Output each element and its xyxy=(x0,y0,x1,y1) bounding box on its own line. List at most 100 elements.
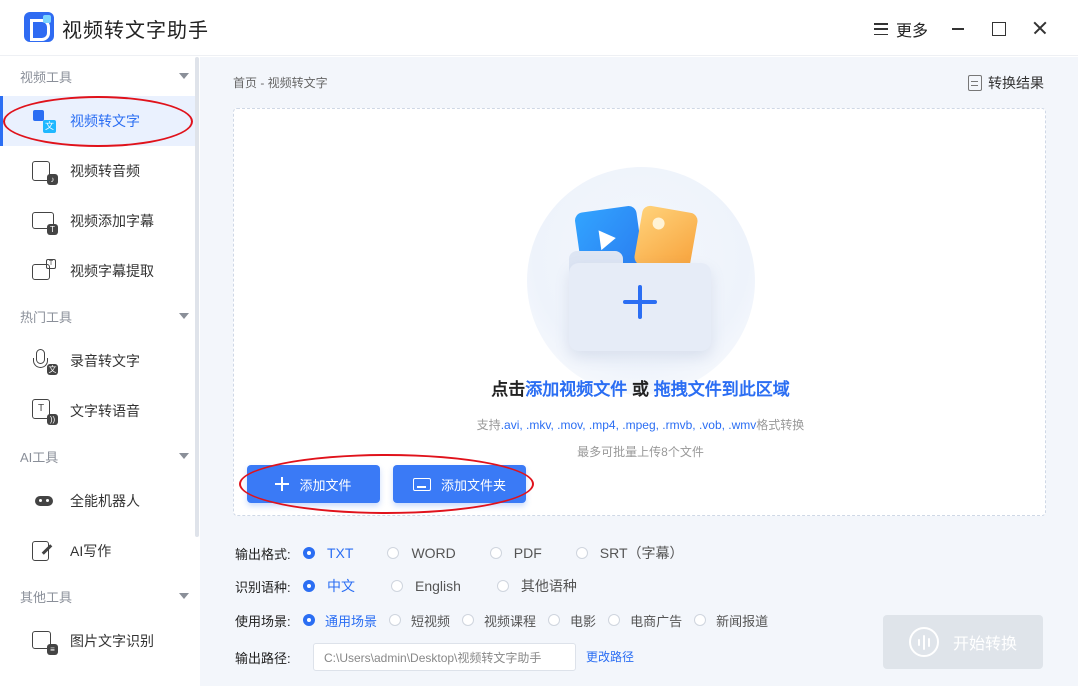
sidebar-item-add-subtitle[interactable]: T 视频添加字幕 xyxy=(0,196,195,246)
output-path-input[interactable] xyxy=(313,643,576,671)
scene-radio-movie[interactable]: 电影 xyxy=(548,611,596,630)
sidebar-item-video-to-audio[interactable]: ♪ 视频转音频 xyxy=(0,146,195,196)
main-panel: 首页 - 视频转文字 转换结果 点击添加视频文件 或 拖拽文件到此区域 支持.a… xyxy=(200,57,1078,686)
document-icon xyxy=(968,75,982,91)
drag-files-link: 拖拽文件到此区域 xyxy=(653,380,790,399)
radio-label: 短视频 xyxy=(411,613,451,629)
microphone-icon: 文 xyxy=(32,349,58,375)
upload-limit-text: 最多可批量上传8个文件 xyxy=(577,445,704,459)
section-header-ai-tools[interactable]: AI工具 xyxy=(0,438,195,474)
language-radio-chinese[interactable]: 中文 xyxy=(303,576,355,596)
section-label: 其他工具 xyxy=(20,589,73,605)
language-row: 识别语种: 中文 English 其他语种 xyxy=(235,574,603,598)
radio-label: 其他语种 xyxy=(520,578,577,594)
sidebar-item-label: 录音转文字 xyxy=(70,353,140,369)
sidebar-item-label: 全能机器人 xyxy=(70,493,140,509)
format-radio-txt[interactable]: TXT xyxy=(303,545,353,561)
format-radio-pdf[interactable]: PDF xyxy=(489,545,542,561)
sidebar-item-video-to-text[interactable]: 文 视频转文字 xyxy=(0,96,195,146)
hamburger-icon xyxy=(874,23,888,35)
section-label: 视频工具 xyxy=(20,69,73,85)
language-radio-other[interactable]: 其他语种 xyxy=(496,576,577,596)
output-format-row: 输出格式: TXT WORD PDF SRT（字幕） xyxy=(235,541,710,565)
scene-row: 使用场景: 通用场景 短视频 视频课程 电影 电商广告 新闻报道 xyxy=(235,608,780,632)
sidebar-item-subtitle-extract[interactable]: T 视频字幕提取 xyxy=(0,246,195,296)
chevron-down-icon xyxy=(179,73,189,79)
video-to-text-icon: 文 xyxy=(32,109,56,133)
app-title: 视频转文字助手 xyxy=(62,20,209,42)
section-header-video-tools[interactable]: 视频工具 xyxy=(0,58,195,94)
sidebar-item-audio-to-text[interactable]: 文 录音转文字 xyxy=(0,336,195,386)
add-video-link[interactable]: 添加视频文件 xyxy=(525,380,627,399)
sidebar-item-image-ocr[interactable]: ≡ 图片文字识别 xyxy=(0,616,195,666)
plus-icon xyxy=(275,477,290,491)
radio-label: English xyxy=(415,578,461,594)
sidebar-item-label: 视频转音频 xyxy=(70,163,140,179)
change-path-link[interactable]: 更改路径 xyxy=(586,648,634,665)
language-label: 识别语种: xyxy=(235,579,291,595)
chevron-down-icon xyxy=(179,453,189,459)
dropzone-headline: 点击添加视频文件 或 拖拽文件到此区域 xyxy=(234,375,1047,400)
sidebar-item-text-to-speech[interactable]: T )) 文字转语音 xyxy=(0,386,195,436)
file-dropzone[interactable]: 点击添加视频文件 或 拖拽文件到此区域 支持.avi, .mkv, .mov, … xyxy=(233,108,1046,516)
sidebar-item-robot[interactable]: 全能机器人 xyxy=(0,476,195,526)
radio-label: TXT xyxy=(327,545,354,561)
app-logo-icon xyxy=(24,12,54,42)
results-label: 转换结果 xyxy=(988,75,1044,91)
headline-or: 或 xyxy=(627,380,654,399)
chevron-down-icon xyxy=(179,593,189,599)
output-format-label: 输出格式: xyxy=(235,546,291,562)
title-bar: 视频转文字助手 更多 xyxy=(0,0,1078,56)
scene-label: 使用场景: xyxy=(235,613,291,629)
scene-radio-ecommerce-ad[interactable]: 电商广告 xyxy=(608,611,682,630)
scene-radio-short-video[interactable]: 短视频 xyxy=(389,611,450,630)
video-to-audio-icon: ♪ xyxy=(32,159,58,185)
sidebar-item-label: 视频添加字幕 xyxy=(70,213,154,229)
section-header-other-tools[interactable]: 其他工具 xyxy=(0,578,195,614)
text-to-speech-icon: T )) xyxy=(32,399,58,425)
sidebar-item-label: 图片文字识别 xyxy=(70,633,154,649)
maximize-button[interactable] xyxy=(986,16,1010,40)
language-radio-english[interactable]: English xyxy=(391,578,461,594)
support-suffix: 格式转换 xyxy=(756,418,805,432)
support-formats: .avi, .mkv, .mov, .mp4, .mpeg, .rmvb, .v… xyxy=(500,418,757,432)
sidebar-item-ai-writing[interactable]: AI写作 xyxy=(0,526,195,576)
sidebar-item-label: 视频字幕提取 xyxy=(70,263,154,279)
format-radio-srt[interactable]: SRT（字幕） xyxy=(575,543,684,563)
ai-writing-icon xyxy=(32,539,56,563)
output-path-label: 输出路径: xyxy=(235,650,291,666)
sidebar-item-label: AI写作 xyxy=(70,543,112,559)
sidebar-scrollbar[interactable] xyxy=(195,57,199,537)
start-conversion-button[interactable]: 开始转换 xyxy=(883,615,1043,669)
add-file-button[interactable]: 添加文件 xyxy=(247,465,380,503)
audio-wave-icon xyxy=(908,627,939,657)
supported-formats-text: 支持.avi, .mkv, .mov, .mp4, .mpeg, .rmvb, … xyxy=(234,416,1047,433)
add-folder-button[interactable]: 添加文件夹 xyxy=(393,465,526,503)
conversion-results-link[interactable]: 转换结果 xyxy=(968,73,1044,93)
format-radio-word[interactable]: WORD xyxy=(387,545,456,561)
sidebar: 视频工具 文 视频转文字 ♪ 视频转音频 T 视频添加字幕 T 视频字幕提取 热… xyxy=(0,57,200,686)
radio-label: 新闻报道 xyxy=(716,613,769,629)
image-ocr-icon: ≡ xyxy=(32,629,58,655)
section-header-hot-tools[interactable]: 热门工具 xyxy=(0,298,195,334)
folder-icon xyxy=(412,477,431,491)
add-file-label: 添加文件 xyxy=(299,477,352,493)
radio-label: 中文 xyxy=(327,578,355,594)
radio-label: 通用场景 xyxy=(325,613,378,629)
radio-label: 电影 xyxy=(570,613,597,629)
radio-label: WORD xyxy=(411,545,456,561)
close-button[interactable] xyxy=(1028,16,1052,40)
radio-label: 视频课程 xyxy=(484,613,537,629)
chevron-down-icon xyxy=(179,313,189,319)
subtitle-extract-icon: T xyxy=(32,259,56,283)
plus-icon xyxy=(623,285,657,319)
sidebar-item-label: 文字转语音 xyxy=(70,403,140,419)
robot-icon xyxy=(32,489,56,513)
start-label: 开始转换 xyxy=(952,636,1017,653)
scene-radio-general[interactable]: 通用场景 xyxy=(303,611,377,630)
more-menu-button[interactable]: 更多 xyxy=(874,18,928,40)
minimize-button[interactable] xyxy=(946,16,970,40)
scene-radio-course[interactable]: 视频课程 xyxy=(462,611,536,630)
add-subtitle-icon: T xyxy=(32,209,58,235)
scene-radio-news[interactable]: 新闻报道 xyxy=(694,611,768,630)
